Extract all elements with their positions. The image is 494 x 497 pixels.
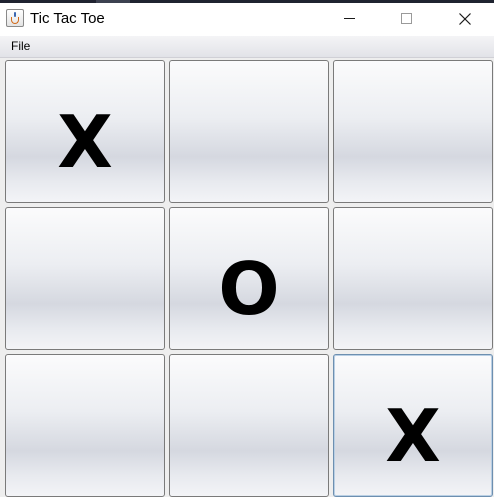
- cell-middle-right[interactable]: [333, 207, 493, 350]
- maximize-button[interactable]: [378, 3, 436, 36]
- java-cup-icon: [6, 9, 24, 27]
- close-icon: [459, 13, 471, 25]
- cell-top-center[interactable]: [169, 60, 329, 203]
- cell-bottom-right[interactable]: X: [333, 354, 493, 497]
- cell-top-left[interactable]: X: [5, 60, 165, 203]
- cell-bottom-center[interactable]: [169, 354, 329, 497]
- cell-mark: X: [385, 393, 441, 478]
- menu-bar: File: [0, 36, 494, 58]
- cell-middle-left[interactable]: [5, 207, 165, 350]
- cell-bottom-left[interactable]: [5, 354, 165, 497]
- cell-mark: X: [57, 99, 113, 184]
- cell-center[interactable]: O: [169, 207, 329, 350]
- app-window: Tic Tac Toe File X O X: [0, 0, 494, 497]
- close-button[interactable]: [436, 3, 494, 36]
- title-bar[interactable]: Tic Tac Toe: [0, 3, 494, 36]
- cell-mark: O: [218, 246, 280, 331]
- game-board: X O X: [0, 58, 494, 497]
- cell-top-right[interactable]: [333, 60, 493, 203]
- window-title: Tic Tac Toe: [30, 10, 105, 27]
- file-menu[interactable]: File: [5, 36, 36, 57]
- maximize-icon: [401, 13, 412, 24]
- minimize-icon: [344, 18, 355, 19]
- minimize-button[interactable]: [320, 3, 378, 36]
